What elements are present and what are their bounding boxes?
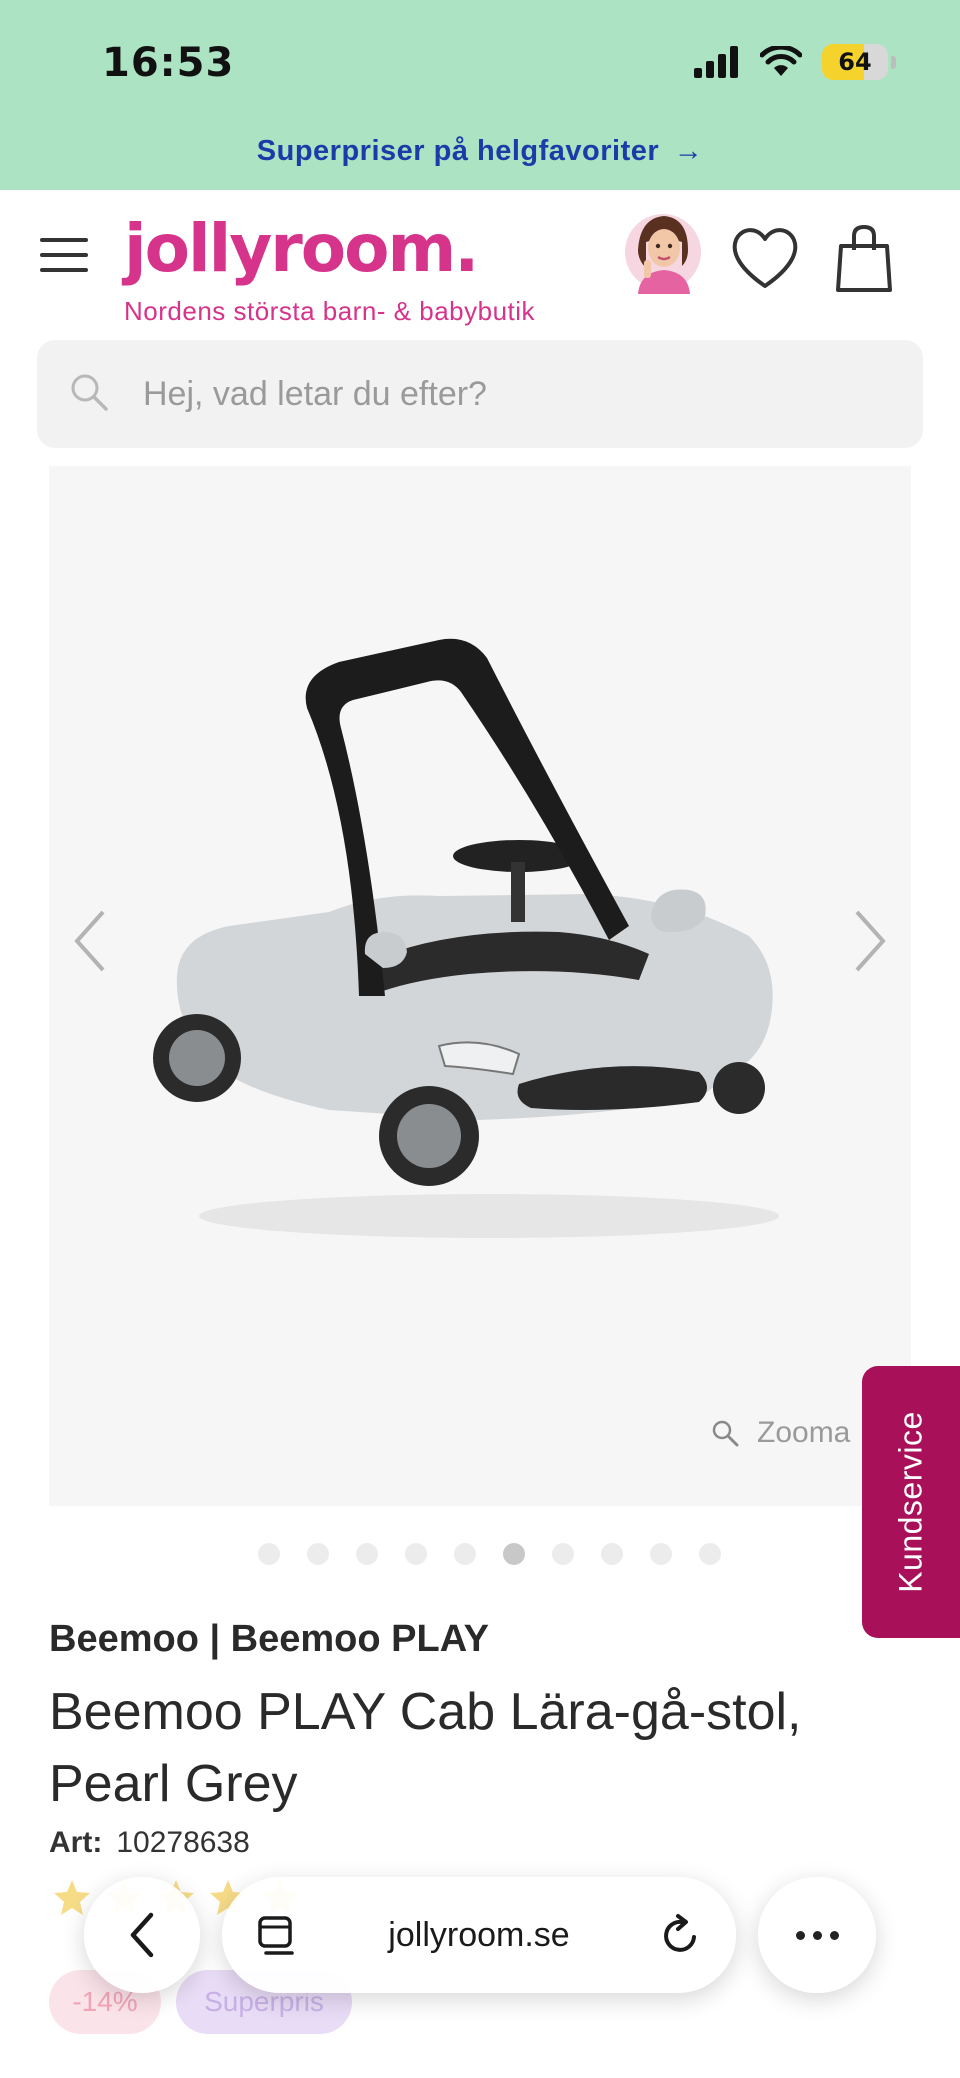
- wifi-icon: [760, 46, 802, 76]
- bag-icon[interactable]: [836, 224, 892, 292]
- more-options-button[interactable]: [758, 1877, 876, 1993]
- pagination-dot[interactable]: [356, 1543, 378, 1565]
- signal-icon: [694, 46, 738, 78]
- heart-icon[interactable]: [730, 226, 800, 290]
- more-dot: [795, 1930, 805, 1940]
- pagination-dot[interactable]: [258, 1543, 280, 1565]
- article-value: 10278638: [116, 1826, 250, 1859]
- article-number: Art: 10278638: [49, 1826, 250, 1860]
- product-gallery[interactable]: Zooma: [49, 466, 911, 1506]
- pagination-dot[interactable]: [503, 1543, 525, 1565]
- pagination-dot[interactable]: [601, 1543, 623, 1565]
- more-dot: [829, 1930, 839, 1940]
- product-brand[interactable]: Beemoo | Beemoo PLAY: [49, 1618, 489, 1661]
- status-icons: 64: [694, 44, 896, 80]
- avatar[interactable]: [624, 206, 702, 294]
- star-icon: [54, 1880, 90, 1915]
- arrow-right-icon: →: [673, 135, 704, 167]
- pagination-dot[interactable]: [405, 1543, 427, 1565]
- battery-cap: [891, 55, 896, 69]
- chevron-right-icon[interactable]: [849, 906, 889, 976]
- browser-address-bar[interactable]: jollyroom.se: [222, 1877, 736, 1993]
- search-input[interactable]: [143, 340, 883, 448]
- chevron-left-icon[interactable]: [71, 906, 111, 976]
- browser-back-button[interactable]: [84, 1877, 200, 1993]
- zoom-button[interactable]: Zooma: [711, 1416, 850, 1450]
- app-screen: 16:53 64 Superpriser på helgfavoriter →: [0, 0, 960, 2078]
- status-time: 16:53: [102, 40, 235, 86]
- promo-banner[interactable]: Superpriser på helgfavoriter →: [0, 135, 960, 168]
- search-icon: [71, 374, 108, 411]
- tabs-icon[interactable]: [256, 1915, 298, 1957]
- kundservice-label: Kundservice: [892, 1411, 929, 1593]
- status-promo-area: 16:53 64 Superpriser på helgfavoriter →: [0, 0, 960, 190]
- kundservice-button[interactable]: Kundservice: [862, 1366, 960, 1638]
- pagination-dot[interactable]: [307, 1543, 329, 1565]
- promo-text: Superpriser på helgfavoriter: [256, 135, 660, 167]
- logo[interactable]: jollyroom.: [124, 210, 479, 287]
- more-dot: [812, 1930, 822, 1940]
- zoom-icon: [712, 1420, 739, 1447]
- gallery-pagination[interactable]: [258, 1543, 721, 1565]
- pagination-dot[interactable]: [552, 1543, 574, 1565]
- search-bar[interactable]: [37, 340, 923, 448]
- zoom-label: Zooma: [757, 1416, 851, 1449]
- reload-icon[interactable]: [658, 1913, 702, 1957]
- pagination-dot[interactable]: [699, 1543, 721, 1565]
- article-label: Art:: [49, 1826, 103, 1859]
- product-image[interactable]: [139, 636, 839, 1256]
- chevron-left-icon: [130, 1912, 154, 1958]
- pagination-dot[interactable]: [650, 1543, 672, 1565]
- product-title: Beemoo PLAY Cab Lära-gå-stol, Pearl Grey: [49, 1683, 802, 1813]
- menu-icon[interactable]: [40, 238, 88, 272]
- battery-icon: 64: [822, 44, 888, 80]
- tagline: Nordens största barn- & babybutik: [124, 296, 536, 326]
- battery-percent: 64: [838, 48, 872, 76]
- pagination-dot[interactable]: [454, 1543, 476, 1565]
